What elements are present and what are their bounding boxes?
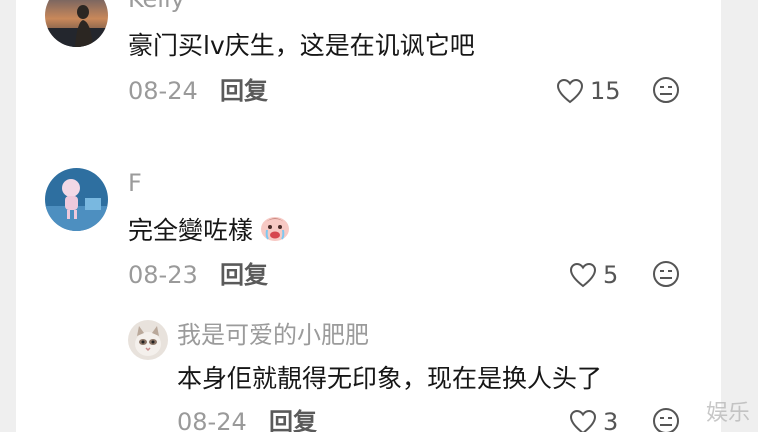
username[interactable]: F bbox=[128, 168, 142, 198]
reply-date: 08-24 bbox=[177, 408, 247, 432]
like-button[interactable]: 3 bbox=[569, 406, 618, 432]
dislike-button[interactable] bbox=[652, 260, 680, 288]
reply-text: 本身佢就靚得无印象，现在是换人头了 bbox=[177, 364, 603, 393]
user-avatar[interactable] bbox=[45, 168, 108, 231]
reply-button[interactable]: 回复 bbox=[220, 259, 268, 291]
comment-meta: 08-24 回复 15 bbox=[128, 75, 688, 107]
reply-button[interactable]: 回复 bbox=[269, 406, 317, 432]
heart-icon bbox=[556, 78, 584, 104]
reply-meta: 08-24 回复 3 bbox=[177, 406, 697, 432]
neutral-face-icon bbox=[653, 77, 679, 103]
like-count: 5 bbox=[603, 261, 619, 289]
sunset-portrait-avatar-icon bbox=[45, 0, 108, 47]
cartoon-figure-avatar-icon bbox=[45, 168, 108, 231]
neutral-face-icon bbox=[653, 408, 679, 432]
comment-date: 08-23 bbox=[128, 261, 198, 289]
comment-meta: 08-23 回复 5 bbox=[128, 259, 688, 291]
user-avatar[interactable] bbox=[45, 0, 108, 47]
dislike-button[interactable] bbox=[652, 407, 680, 432]
username[interactable]: Kelly bbox=[128, 0, 185, 14]
dislike-button[interactable] bbox=[652, 76, 680, 104]
user-avatar[interactable] bbox=[128, 320, 168, 360]
reply-button[interactable]: 回复 bbox=[220, 75, 268, 107]
heart-icon bbox=[569, 409, 597, 432]
username[interactable]: 我是可爱的小肥肥 bbox=[177, 320, 369, 350]
like-button[interactable]: 15 bbox=[556, 75, 621, 107]
like-button[interactable]: 5 bbox=[569, 259, 618, 291]
comment-date: 08-24 bbox=[128, 77, 198, 105]
crying-face-emoji-icon bbox=[259, 213, 291, 251]
cat-avatar-icon bbox=[128, 320, 168, 360]
neutral-face-icon bbox=[653, 261, 679, 287]
watermark: 娱乐 bbox=[705, 401, 750, 426]
comment-text: 完全變咗樣 bbox=[128, 216, 254, 245]
like-count: 15 bbox=[590, 77, 621, 105]
comments-panel: Kelly 豪门买lv庆生，这是在讥讽它吧 08-24 回复 15 bbox=[16, 0, 721, 432]
comment-text: 豪门买lv庆生，这是在讥讽它吧 bbox=[128, 31, 475, 60]
comment-text-row: 完全變咗樣 bbox=[128, 213, 291, 251]
like-count: 3 bbox=[603, 408, 619, 432]
heart-icon bbox=[569, 262, 597, 288]
